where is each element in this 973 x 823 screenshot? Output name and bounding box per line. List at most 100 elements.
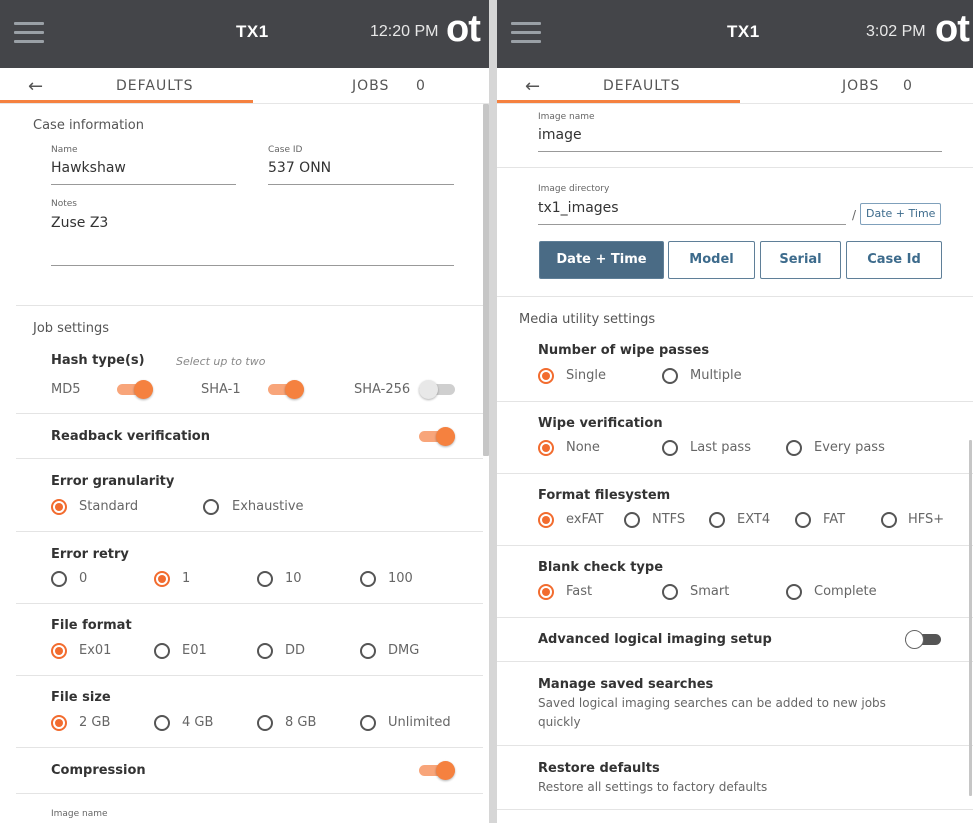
image-directory-field[interactable]: tx1_images (538, 200, 619, 216)
fs-fat-label: FAT (823, 512, 846, 527)
brand-logo: ot (935, 8, 970, 50)
fs-ntfs-label: NTFS (652, 512, 686, 527)
format-ex01-label: Ex01 (79, 643, 112, 658)
restore-defaults-description: Restore all settings to factory defaults (538, 780, 768, 794)
tab-defaults[interactable]: DEFAULTS (603, 78, 681, 94)
format-filesystem-heading: Format filesystem (538, 488, 671, 503)
hash-hint: Select up to two (176, 355, 266, 368)
fs-hfs-radio[interactable] (881, 512, 897, 528)
device-name: TX1 (727, 22, 760, 41)
hash-sha256-toggle[interactable] (419, 379, 455, 399)
image-directory-label: Image directory (538, 184, 610, 194)
blank-smart-radio[interactable] (662, 584, 678, 600)
notes-underline (51, 265, 454, 266)
fs-exfat-radio[interactable] (538, 512, 554, 528)
fs-ext4-radio[interactable] (709, 512, 725, 528)
size-4gb-radio[interactable] (154, 715, 170, 731)
wipe-verification-heading: Wipe verification (538, 416, 663, 431)
model-button[interactable]: Model (668, 241, 755, 279)
hash-heading: Hash type(s) (51, 353, 145, 368)
back-arrow-icon[interactable]: ← (28, 76, 43, 97)
fs-exfat-label: exFAT (566, 512, 604, 527)
wipe-single-radio[interactable] (538, 368, 554, 384)
hamburger-icon[interactable] (511, 22, 541, 44)
readback-toggle[interactable] (419, 426, 455, 446)
verif-none-radio[interactable] (538, 440, 554, 456)
tab-jobs[interactable]: JOBS (842, 78, 879, 94)
tab-defaults[interactable]: DEFAULTS (116, 78, 194, 94)
compression-toggle[interactable] (419, 760, 455, 780)
format-dd-radio[interactable] (257, 643, 273, 659)
divider (497, 473, 973, 474)
format-ex01-radio[interactable] (51, 643, 67, 659)
date-time-button[interactable]: Date + Time (539, 241, 664, 279)
jobs-count: 0 (903, 78, 912, 94)
format-dd-label: DD (285, 643, 306, 658)
retry-1-label: 1 (182, 571, 191, 586)
size-unlimited-radio[interactable] (360, 715, 376, 731)
blank-complete-radio[interactable] (786, 584, 802, 600)
name-underline (51, 184, 236, 185)
tab-jobs[interactable]: JOBS (352, 78, 389, 94)
divider (16, 793, 483, 794)
format-e01-radio[interactable] (154, 643, 170, 659)
retry-0-radio[interactable] (51, 571, 67, 587)
manage-searches-heading[interactable]: Manage saved searches (538, 677, 713, 692)
blank-fast-radio[interactable] (538, 584, 554, 600)
size-2gb-radio[interactable] (51, 715, 67, 731)
divider (497, 661, 973, 662)
divider (497, 745, 973, 746)
size-8gb-radio[interactable] (257, 715, 273, 731)
granularity-standard-radio[interactable] (51, 499, 67, 515)
divider (497, 545, 973, 546)
retry-1-radio[interactable] (154, 571, 170, 587)
fs-ntfs-radio[interactable] (624, 512, 640, 528)
restore-defaults-heading[interactable]: Restore defaults (538, 761, 660, 776)
verif-every-radio[interactable] (786, 440, 802, 456)
retry-100-radio[interactable] (360, 571, 376, 587)
wipe-multiple-radio[interactable] (662, 368, 678, 384)
hash-sha1-toggle[interactable] (268, 379, 304, 399)
retry-10-radio[interactable] (257, 571, 273, 587)
blank-check-heading: Blank check type (538, 560, 664, 575)
granularity-exhaustive-label: Exhaustive (232, 499, 304, 514)
error-granularity-heading: Error granularity (51, 474, 175, 489)
blank-fast-label: Fast (566, 584, 593, 599)
case-id-button[interactable]: Case Id (846, 241, 942, 279)
hash-md5-label: MD5 (51, 382, 81, 397)
verif-last-radio[interactable] (662, 440, 678, 456)
image-name-field[interactable]: image (538, 127, 582, 143)
directory-token-chip[interactable]: Date + Time (860, 203, 942, 225)
divider (16, 305, 483, 306)
wipe-single-label: Single (566, 368, 606, 383)
format-dmg-radio[interactable] (360, 643, 376, 659)
readback-label: Readback verification (51, 429, 210, 444)
case-id-field[interactable]: 537 ONN (268, 160, 331, 176)
blank-smart-label: Smart (690, 584, 730, 599)
scrollbar[interactable] (969, 440, 972, 796)
manage-searches-description: Saved logical imaging searches can be ad… (538, 696, 886, 729)
blank-complete-label: Complete (814, 584, 877, 599)
hash-md5-toggle[interactable] (117, 379, 153, 399)
size-8gb-label: 8 GB (285, 715, 317, 730)
clock: 3:02 PM (866, 23, 926, 40)
notes-field[interactable]: Zuse Z3 (51, 215, 108, 231)
name-field[interactable]: Hawkshaw (51, 160, 126, 176)
wipe-passes-heading: Number of wipe passes (538, 343, 710, 358)
hamburger-icon[interactable] (14, 22, 44, 44)
fs-fat-radio[interactable] (795, 512, 811, 528)
advanced-imaging-toggle[interactable] (905, 629, 941, 649)
hash-sha1-label: SHA-1 (201, 382, 241, 397)
file-format-heading: File format (51, 618, 132, 633)
divider (16, 675, 483, 676)
divider (16, 531, 483, 532)
device-name: TX1 (236, 22, 269, 41)
name-label: Name (51, 145, 78, 155)
case-id-label: Case ID (268, 145, 303, 155)
tab-bar: ← DEFAULTS JOBS 0 (497, 68, 973, 104)
back-arrow-icon[interactable]: ← (525, 76, 540, 97)
divider (497, 296, 973, 297)
serial-button[interactable]: Serial (760, 241, 841, 279)
granularity-exhaustive-radio[interactable] (203, 499, 219, 515)
media-section-title: Media utility settings (519, 312, 656, 327)
